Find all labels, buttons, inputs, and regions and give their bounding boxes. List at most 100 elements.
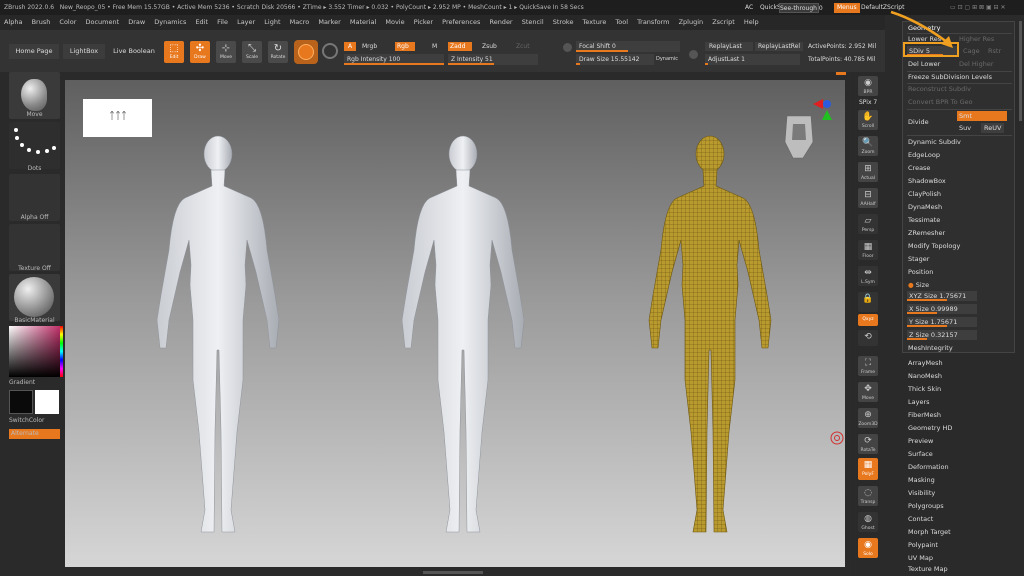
home-page-button[interactable]: Home Page	[9, 44, 59, 59]
rotate-axis-button[interactable]: ⟲	[858, 330, 878, 346]
del-lower-button[interactable]: Del Lower	[908, 59, 940, 69]
color-picker[interactable]	[9, 326, 60, 377]
adjust-last-slider[interactable]: AdjustLast 1	[705, 54, 800, 65]
subpalette-deformation[interactable]: Deformation	[908, 461, 949, 474]
replay-last-button[interactable]: ReplayLast	[705, 42, 753, 51]
menu-draw[interactable]: Draw	[128, 18, 145, 26]
tessimate-button[interactable]: Tessimate	[908, 215, 940, 225]
replay-last-rel-button[interactable]: ReplayLastRel	[755, 42, 804, 51]
subpalette-polypaint[interactable]: Polypaint	[908, 539, 938, 552]
subpalette-morph-target[interactable]: Morph Target	[908, 526, 951, 539]
switch-color-button[interactable]: SwitchColor	[9, 417, 60, 424]
dynamesh-button[interactable]: DynaMesh	[908, 202, 942, 212]
subpalette-visibility[interactable]: Visibility	[908, 487, 935, 500]
shadowbox-button[interactable]: ShadowBox	[908, 176, 946, 186]
subpalette-surface[interactable]: Surface	[908, 448, 933, 461]
menu-preferences[interactable]: Preferences	[442, 18, 480, 26]
position-button[interactable]: Position	[908, 267, 933, 277]
subpalette-contact[interactable]: Contact	[908, 513, 933, 526]
move-view-button[interactable]: ✥ Move	[858, 382, 878, 402]
crease-button[interactable]: Crease	[908, 163, 930, 173]
alternate-button[interactable]: Alternate	[9, 429, 60, 439]
freeze-subdivision-button[interactable]: Freeze SubDivision Levels	[908, 72, 992, 82]
menu-zscript[interactable]: Zscript	[712, 18, 735, 26]
mrgb-button[interactable]: Mrgb	[362, 42, 377, 51]
rstr-button[interactable]: Rstr	[988, 46, 1001, 56]
menus-button[interactable]: Menus	[834, 3, 860, 13]
bpr-button[interactable]: ◉ BPR	[858, 76, 878, 96]
document-canvas[interactable]: ᛏᛏᛏ	[65, 80, 845, 567]
subpalette-arraymesh[interactable]: ArrayMesh	[908, 357, 943, 370]
orientation-gizmo[interactable]	[784, 99, 832, 159]
menu-brush[interactable]: Brush	[32, 18, 51, 26]
material-swatch[interactable]	[294, 40, 318, 64]
menu-render[interactable]: Render	[489, 18, 512, 26]
y-size-slider[interactable]: Y Size 1.75671	[907, 317, 977, 327]
menu-stencil[interactable]: Stencil	[522, 18, 544, 26]
polyf-button[interactable]: ▦ PolyF	[858, 458, 878, 480]
size-button[interactable]: ● Size	[908, 280, 929, 290]
texture-thumbnail[interactable]	[9, 224, 60, 271]
qxyz-button[interactable]: Qxyz	[858, 314, 878, 326]
actual-button[interactable]: ⊞ Actual	[858, 162, 878, 182]
menu-light[interactable]: Light	[264, 18, 280, 26]
dynamic-toggle[interactable]: Dynamic	[656, 55, 678, 64]
zremesher-button[interactable]: ZRemesher	[908, 228, 945, 238]
spix-slider[interactable]: SPix 7	[859, 98, 877, 107]
menu-file[interactable]: File	[217, 18, 228, 26]
ghost-button[interactable]: ◍ Ghost	[858, 512, 878, 532]
suv-toggle[interactable]: Suv	[959, 123, 971, 133]
scroll-button[interactable]: ✋ Scroll	[858, 110, 878, 130]
menu-tool[interactable]: Tool	[615, 18, 628, 26]
reconstruct-subdiv-button[interactable]: Reconstruct Subdiv	[908, 84, 971, 94]
menu-movie[interactable]: Movie	[385, 18, 404, 26]
secondary-color-swatch[interactable]	[9, 390, 33, 414]
menu-transform[interactable]: Transform	[637, 18, 669, 26]
zoom3d-button[interactable]: ⊕ Zoom3D	[858, 408, 878, 428]
menu-stroke[interactable]: Stroke	[553, 18, 574, 26]
menu-macro[interactable]: Macro	[290, 18, 310, 26]
zoom-button[interactable]: 🔍 Zoom	[858, 136, 878, 156]
rotate-button[interactable]: ↻ Rotate	[268, 41, 288, 63]
see-through-slider[interactable]: See-through 0	[779, 3, 823, 13]
subpalette-geometry-hd[interactable]: Geometry HD	[908, 422, 952, 435]
zcut-button[interactable]: Zcut	[516, 42, 530, 51]
meshintegrity-button[interactable]: MeshIntegrity	[908, 343, 953, 353]
scale-button[interactable]: ⤡ Scale	[242, 41, 262, 63]
z-size-slider[interactable]: Z Size 0.32157	[907, 330, 977, 340]
live-boolean-button[interactable]: Live Boolean	[110, 44, 158, 59]
menu-document[interactable]: Document	[85, 18, 119, 26]
reuv-toggle[interactable]: ReUV	[981, 123, 1005, 133]
del-higher-button[interactable]: Del Higher	[959, 59, 994, 69]
xyz-size-slider[interactable]: XYZ Size 1.75671	[907, 291, 977, 301]
main-color-swatch[interactable]	[35, 390, 59, 414]
move-button[interactable]: ⊹ Move	[216, 41, 236, 63]
divide-button[interactable]: Divide	[908, 117, 929, 127]
subpalette-thick-skin[interactable]: Thick Skin	[908, 383, 941, 396]
draw-size-slider[interactable]: Draw Size 15.55142	[576, 54, 654, 65]
rgb-intensity-slider[interactable]: Rgb Intensity 100	[344, 54, 444, 65]
claypolish-button[interactable]: ClayPolish	[908, 189, 941, 199]
stroke-thumbnail[interactable]	[9, 122, 60, 169]
aahalf-button[interactable]: ⊟ AAHalf	[858, 188, 878, 208]
d-toggle-icon[interactable]	[689, 50, 698, 59]
lightbox-button[interactable]: LightBox	[63, 44, 105, 59]
menu-color[interactable]: Color	[59, 18, 76, 26]
floor-button[interactable]: ▦ Floor	[858, 240, 878, 260]
menu-texture[interactable]: Texture	[583, 18, 607, 26]
m-button[interactable]: M	[432, 42, 437, 51]
subpalette-polygroups[interactable]: Polygroups	[908, 500, 944, 513]
focal-shift-slider[interactable]: Focal Shift 0	[576, 41, 680, 52]
edgeloop-button[interactable]: EdgeLoop	[908, 150, 940, 160]
material-thumbnail[interactable]	[9, 274, 60, 321]
subpalette-preview[interactable]: Preview	[908, 435, 933, 448]
subpalette-fibermesh[interactable]: FiberMesh	[908, 409, 941, 422]
smt-toggle[interactable]: Smt	[957, 111, 1007, 121]
lock-button[interactable]: 🔒	[858, 292, 878, 312]
subpalette-layers[interactable]: Layers	[908, 396, 930, 409]
rgb-button[interactable]: Rgb	[395, 42, 415, 51]
ac-label[interactable]: AC	[745, 0, 753, 15]
dynamic-subdiv-button[interactable]: Dynamic Subdiv	[908, 137, 961, 147]
z-intensity-slider[interactable]: Z Intensity 51	[448, 54, 538, 65]
convert-bpr-button[interactable]: Convert BPR To Geo	[908, 97, 973, 107]
